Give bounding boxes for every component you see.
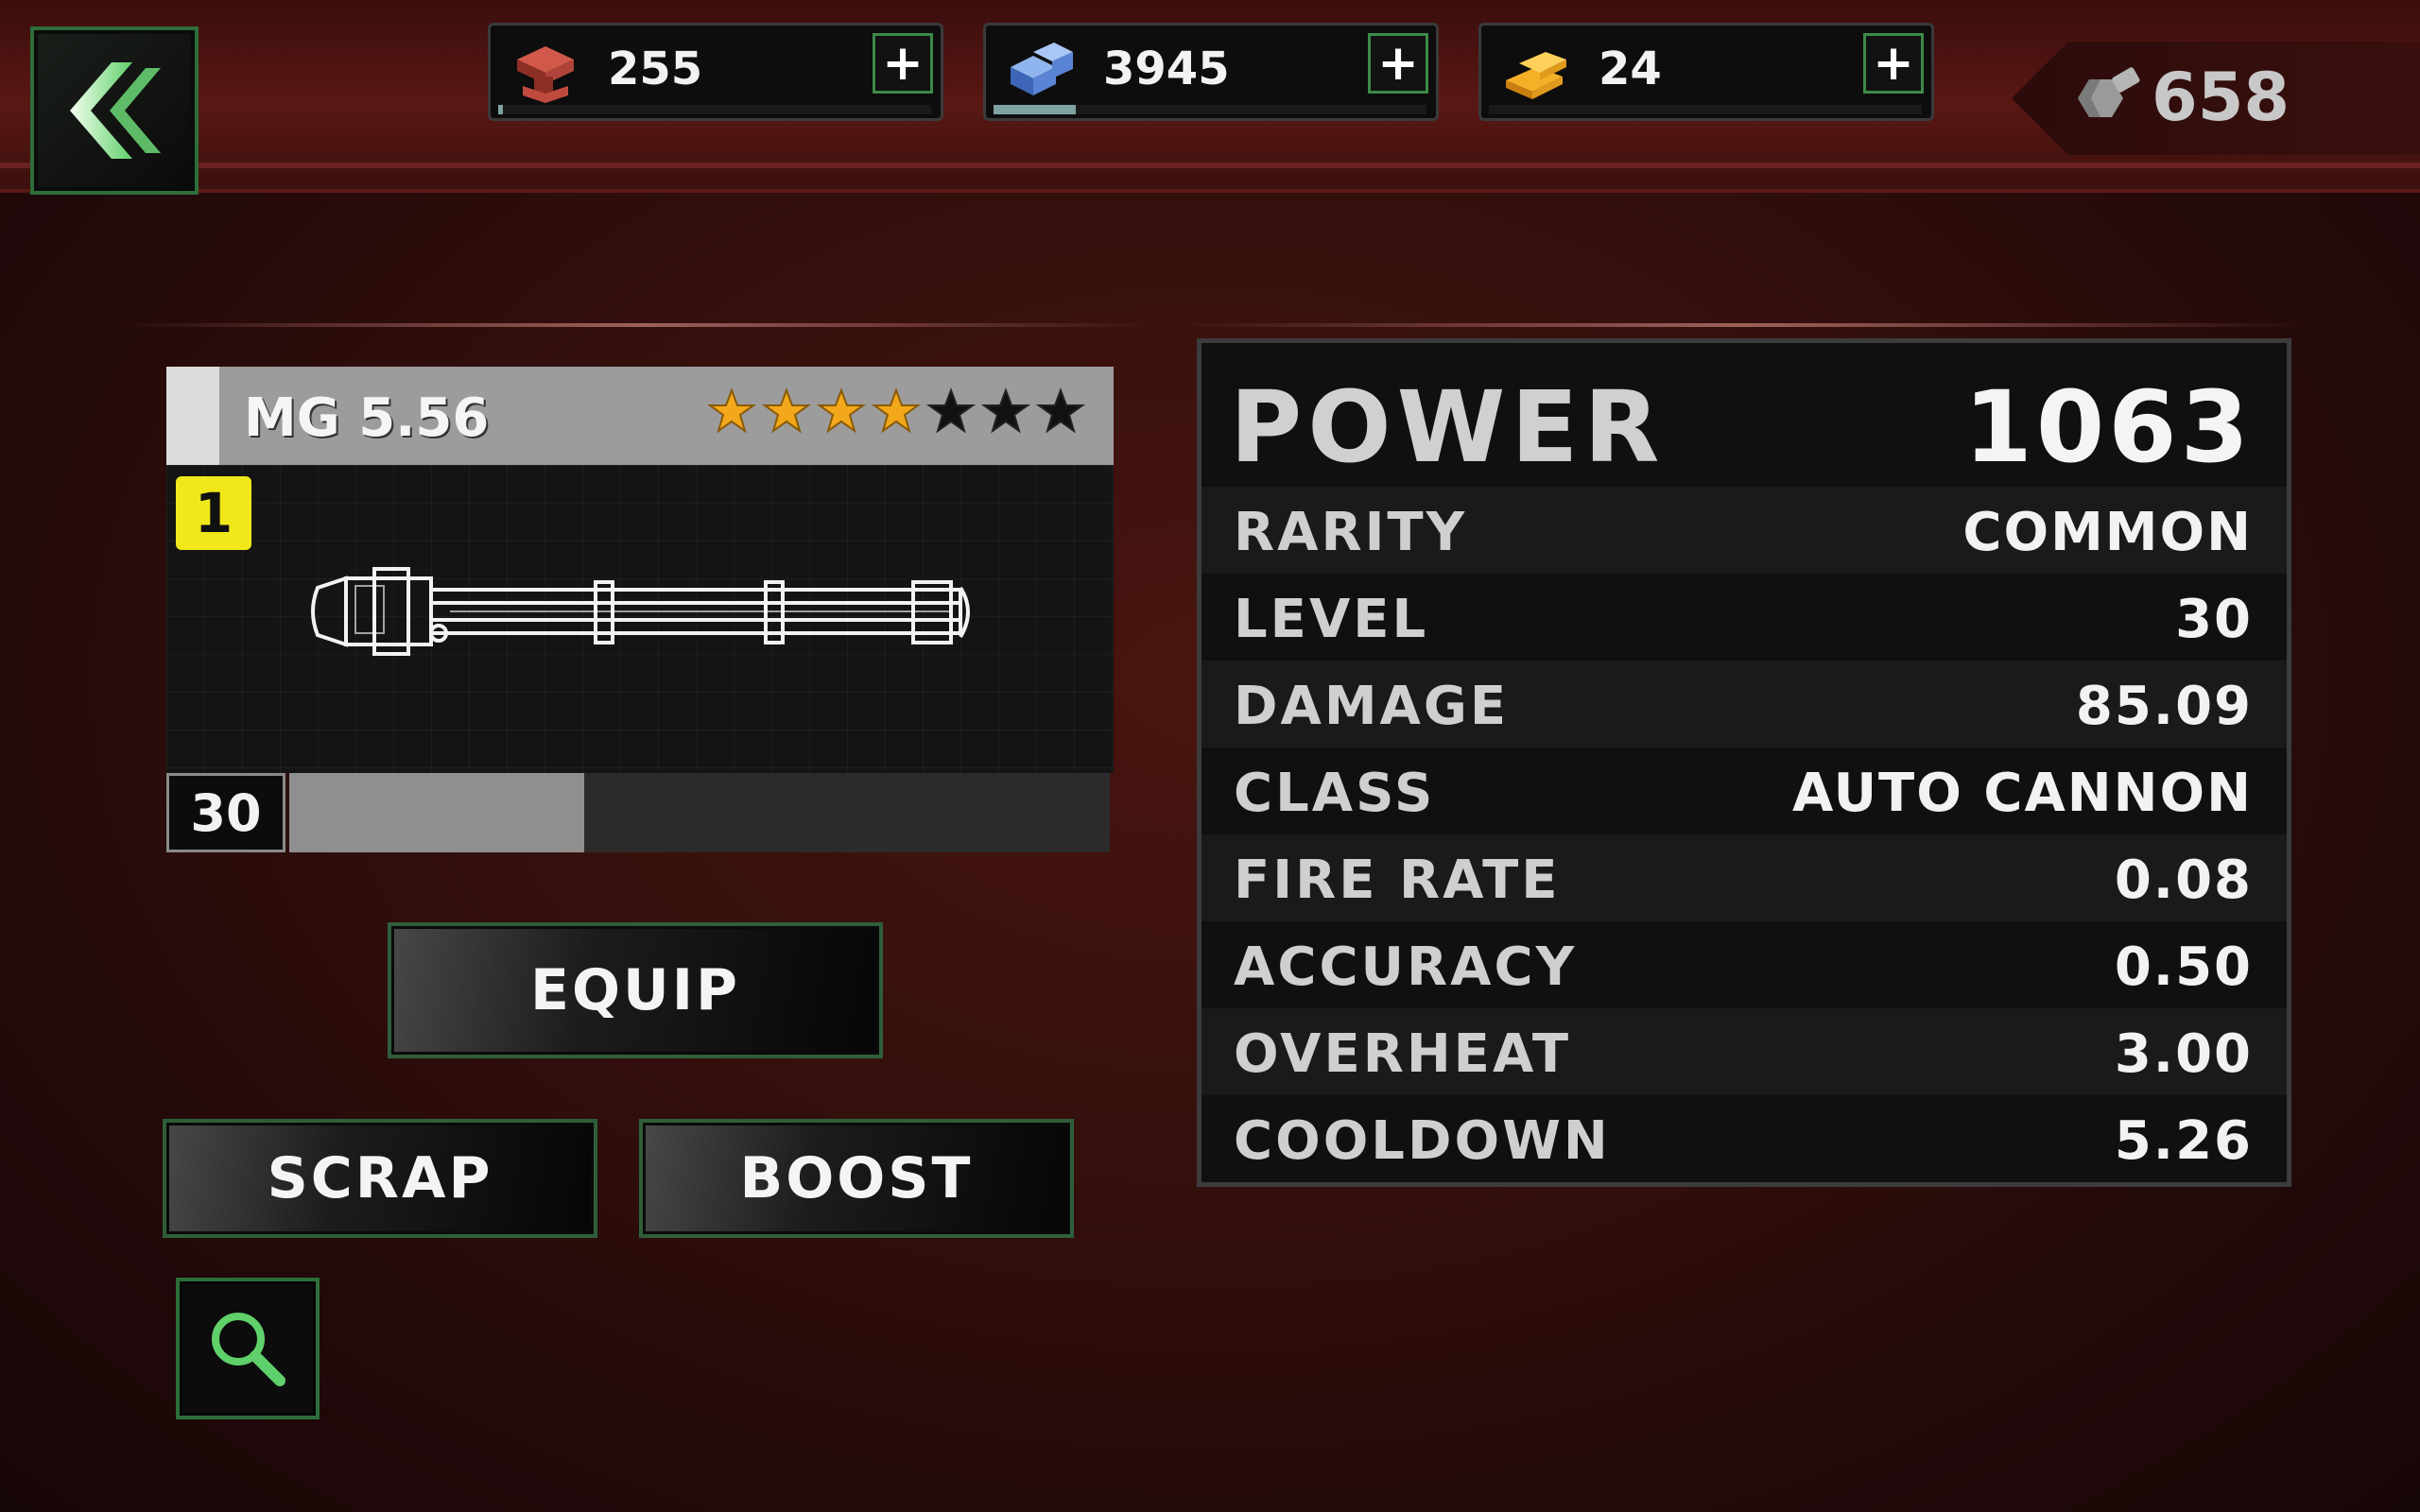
stat-value: AUTO CANNON	[1791, 763, 2253, 824]
red-parts-count: 255	[608, 43, 703, 95]
double-chevron-left-icon	[70, 62, 161, 159]
weapon-header: MG 5.56	[166, 367, 1114, 465]
star-filled-icon	[707, 387, 756, 434]
magnifier-icon	[212, 1313, 285, 1386]
stat-value: COMMON	[1962, 502, 2253, 563]
stat-value: 5.26	[2114, 1110, 2253, 1172]
stat-value: 30	[2175, 589, 2253, 650]
star-filled-icon	[872, 387, 921, 434]
add-gold-button[interactable]: +	[1863, 33, 1924, 94]
stat-row-accuracy: ACCURACY 0.50	[1201, 921, 2287, 1008]
gold-bars-icon	[1506, 52, 1566, 99]
scrap-button[interactable]: SCRAP	[163, 1119, 597, 1238]
stat-label: LEVEL	[1234, 589, 1429, 650]
stat-label: ACCURACY	[1234, 936, 1578, 998]
stats-panel: POWER 1063 RARITY COMMON LEVEL 30 DAMAGE…	[1197, 338, 2291, 1187]
minigun-blueprint-image	[311, 567, 970, 656]
boost-button[interactable]: BOOST	[639, 1119, 1074, 1238]
equip-button[interactable]: EQUIP	[388, 922, 883, 1058]
add-red-parts-button[interactable]: +	[873, 33, 933, 94]
resource-counter-blue: 3945 +	[983, 23, 1439, 121]
star-filled-icon	[817, 387, 866, 434]
resource-counter-red: 255 +	[488, 23, 943, 121]
stat-row-damage: DAMAGE 85.09	[1201, 661, 2287, 747]
power-row: POWER 1063	[1201, 343, 2287, 487]
stat-row-fire-rate: FIRE RATE 0.08	[1201, 834, 2287, 921]
stat-row-level: LEVEL 30	[1201, 574, 2287, 661]
power-value: 1063	[1963, 369, 2253, 485]
bolts-count: 658	[2152, 59, 2290, 136]
stat-value: 3.00	[2114, 1023, 2253, 1085]
stat-row-overheat: OVERHEAT 3.00	[1201, 1008, 2287, 1095]
stat-label: CLASS	[1234, 763, 1436, 824]
star-empty-icon	[981, 387, 1030, 434]
power-label: POWER	[1230, 369, 1666, 485]
frame-line-left	[121, 323, 1161, 327]
frame-line-right	[1172, 323, 2307, 327]
stat-value: 0.50	[2114, 936, 2253, 998]
stat-label: OVERHEAT	[1234, 1023, 1572, 1085]
blue-parts-icon	[1011, 43, 1073, 95]
blue-parts-progress	[994, 105, 1426, 114]
stat-label: RARITY	[1234, 502, 1468, 563]
stat-label: FIRE RATE	[1234, 850, 1561, 911]
xp-progress-bar	[289, 773, 1110, 852]
stat-value: 85.09	[2075, 676, 2253, 737]
gold-progress	[1489, 105, 1922, 114]
stat-value: 0.08	[2114, 850, 2253, 911]
add-blue-parts-button[interactable]: +	[1368, 33, 1428, 94]
inspect-button[interactable]	[176, 1278, 320, 1419]
rarity-stars	[707, 387, 1085, 437]
blue-parts-count: 3945	[1103, 43, 1230, 95]
weapon-preview: 1	[166, 465, 1114, 773]
stat-label: DAMAGE	[1234, 676, 1510, 737]
stat-row-rarity: RARITY COMMON	[1201, 487, 2287, 574]
tier-badge: 1	[176, 476, 251, 550]
stat-row-cooldown: COOLDOWN 5.26	[1201, 1095, 2287, 1182]
bolt-icon	[2078, 67, 2140, 117]
weapon-level-box: 30	[166, 773, 285, 852]
stat-row-class: CLASS AUTO CANNON	[1201, 747, 2287, 834]
star-filled-icon	[762, 387, 811, 434]
back-button[interactable]	[30, 26, 199, 195]
weapon-name: MG 5.56	[244, 387, 490, 449]
stat-label: COOLDOWN	[1234, 1110, 1611, 1172]
star-empty-icon	[1036, 387, 1085, 434]
star-empty-icon	[926, 387, 976, 434]
resource-counter-gold: 24 +	[1478, 23, 1934, 121]
red-parts-icon	[517, 46, 574, 103]
gold-count: 24	[1599, 43, 1662, 95]
top-bar-divider	[0, 163, 2420, 168]
red-parts-progress	[498, 105, 931, 114]
weapon-header-tab	[166, 367, 219, 465]
